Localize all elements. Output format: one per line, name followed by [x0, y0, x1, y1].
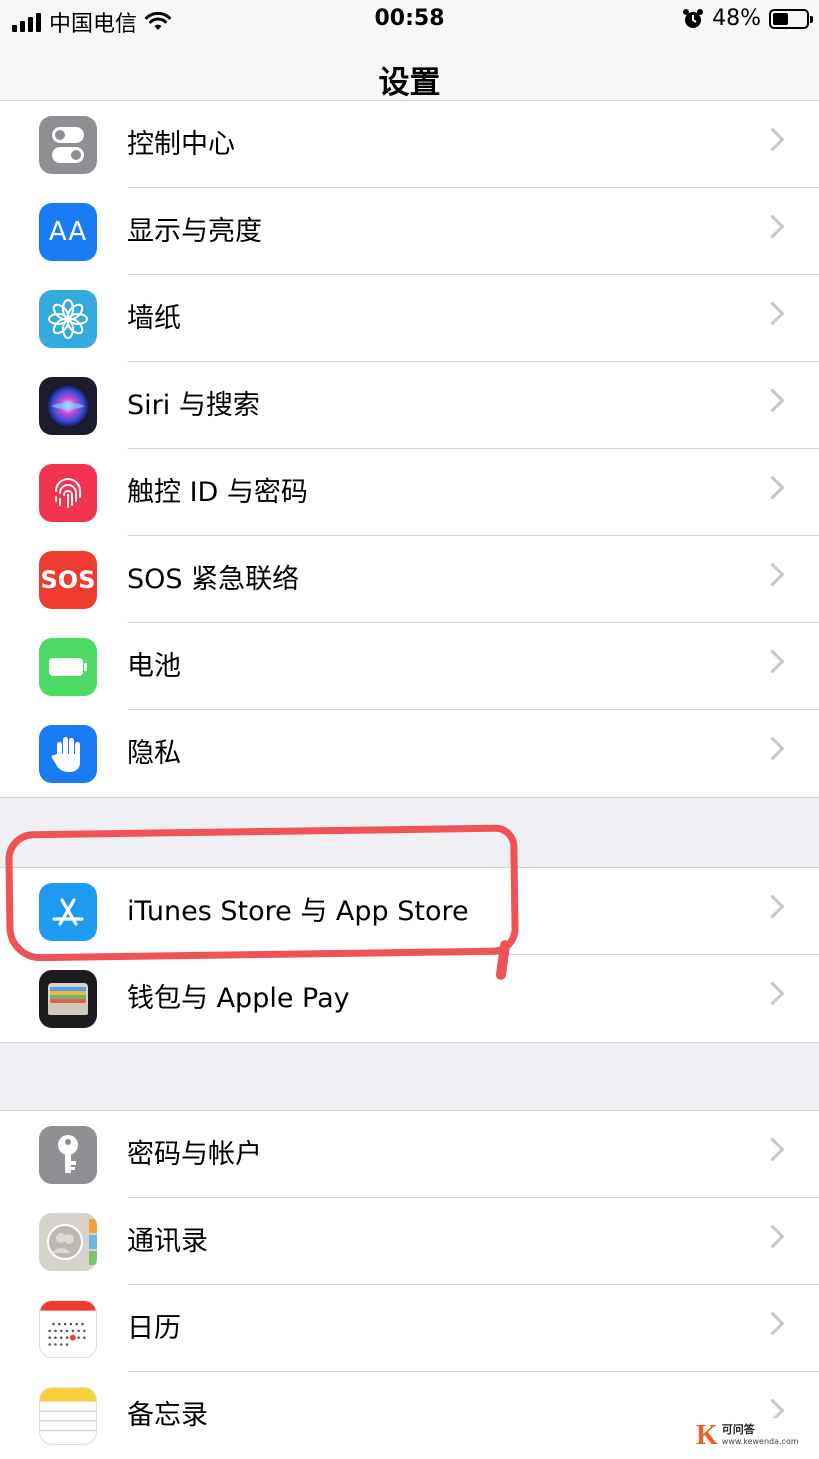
row-label: SOS 紧急联络 — [127, 564, 300, 595]
watermark-url: www.kewenda.com — [721, 1437, 799, 1446]
chevron-right-icon — [760, 127, 785, 152]
chevron-right-icon — [760, 562, 785, 587]
chevron-right-icon — [760, 981, 785, 1006]
chevron-right-icon — [760, 1137, 785, 1162]
control-center-icon — [39, 116, 97, 174]
settings-row-siri[interactable]: Siri 与搜索 — [0, 362, 819, 449]
chevron-right-icon — [760, 894, 785, 919]
settings-row-touch-id[interactable]: 触控 ID 与密码 — [0, 449, 819, 536]
settings-group-3: 密码与帐户 通讯录 日历 备忘录 — [0, 1110, 819, 1459]
display-brightness-icon: AA — [39, 203, 97, 261]
row-label: 钱包与 Apple Pay — [127, 983, 350, 1014]
watermark-logo: K — [696, 1420, 718, 1451]
chevron-right-icon — [760, 214, 785, 239]
chevron-right-icon — [760, 301, 785, 326]
watermark-name: 可问答 — [721, 1423, 755, 1436]
row-label: 隐私 — [127, 738, 181, 769]
chevron-right-icon — [760, 736, 785, 761]
battery-percent: 48% — [712, 6, 761, 31]
settings-row-sos[interactable]: SOS SOS 紧急联络 — [0, 536, 819, 623]
settings-row-passwords-accounts[interactable]: 密码与帐户 — [0, 1111, 819, 1198]
chevron-right-icon — [760, 475, 785, 500]
alarm-icon — [683, 8, 704, 28]
privacy-hand-icon — [39, 725, 97, 783]
notes-icon — [39, 1387, 97, 1445]
display-icon-text: AA — [48, 217, 88, 247]
status-right: 48% — [682, 6, 813, 31]
chevron-right-icon — [760, 1311, 785, 1336]
status-bar: 中国电信 00:58 48% — [0, 0, 819, 40]
settings-row-privacy[interactable]: 隐私 — [0, 710, 819, 797]
settings-row-display-brightness[interactable]: AA 显示与亮度 — [0, 188, 819, 275]
watermark: K 可问答 www.kewenda.com — [692, 1418, 803, 1454]
row-label: Siri 与搜索 — [127, 390, 260, 421]
row-label: 密码与帐户 — [127, 1139, 262, 1170]
row-label: 控制中心 — [127, 129, 235, 160]
highlight-annotation — [5, 824, 519, 962]
row-label: 显示与亮度 — [127, 216, 262, 247]
calendar-icon — [39, 1300, 97, 1358]
row-label: 日历 — [127, 1313, 181, 1344]
settings-row-control-center[interactable]: 控制中心 — [0, 101, 819, 188]
row-label: 触控 ID 与密码 — [127, 477, 308, 508]
battery-status-icon — [769, 8, 813, 29]
settings-row-calendar[interactable]: 日历 — [0, 1285, 819, 1372]
wallpaper-icon — [39, 290, 97, 348]
sos-icon: SOS — [39, 551, 97, 609]
battery-icon — [39, 638, 97, 696]
settings-row-wallet[interactable]: 钱包与 Apple Pay — [0, 955, 819, 1042]
row-label: 电池 — [127, 651, 181, 682]
settings-row-wallpaper[interactable]: 墙纸 — [0, 275, 819, 362]
key-icon — [39, 1126, 97, 1184]
row-label: 备忘录 — [127, 1400, 208, 1431]
row-label: 墙纸 — [127, 303, 181, 334]
chevron-right-icon — [760, 649, 785, 674]
settings-row-contacts[interactable]: 通讯录 — [0, 1198, 819, 1285]
contacts-icon — [39, 1213, 97, 1271]
siri-icon — [39, 377, 97, 435]
sos-icon-text: SOS — [40, 566, 96, 594]
settings-group-1: 控制中心 AA 显示与亮度 墙纸 Siri 与搜索 触控 ID 与密码 SOS … — [0, 100, 819, 798]
chevron-right-icon — [760, 388, 785, 413]
fingerprint-icon — [39, 464, 97, 522]
settings-row-battery[interactable]: 电池 — [0, 623, 819, 710]
wallet-icon — [39, 970, 97, 1028]
row-label: 通讯录 — [127, 1226, 208, 1257]
chevron-right-icon — [760, 1224, 785, 1249]
